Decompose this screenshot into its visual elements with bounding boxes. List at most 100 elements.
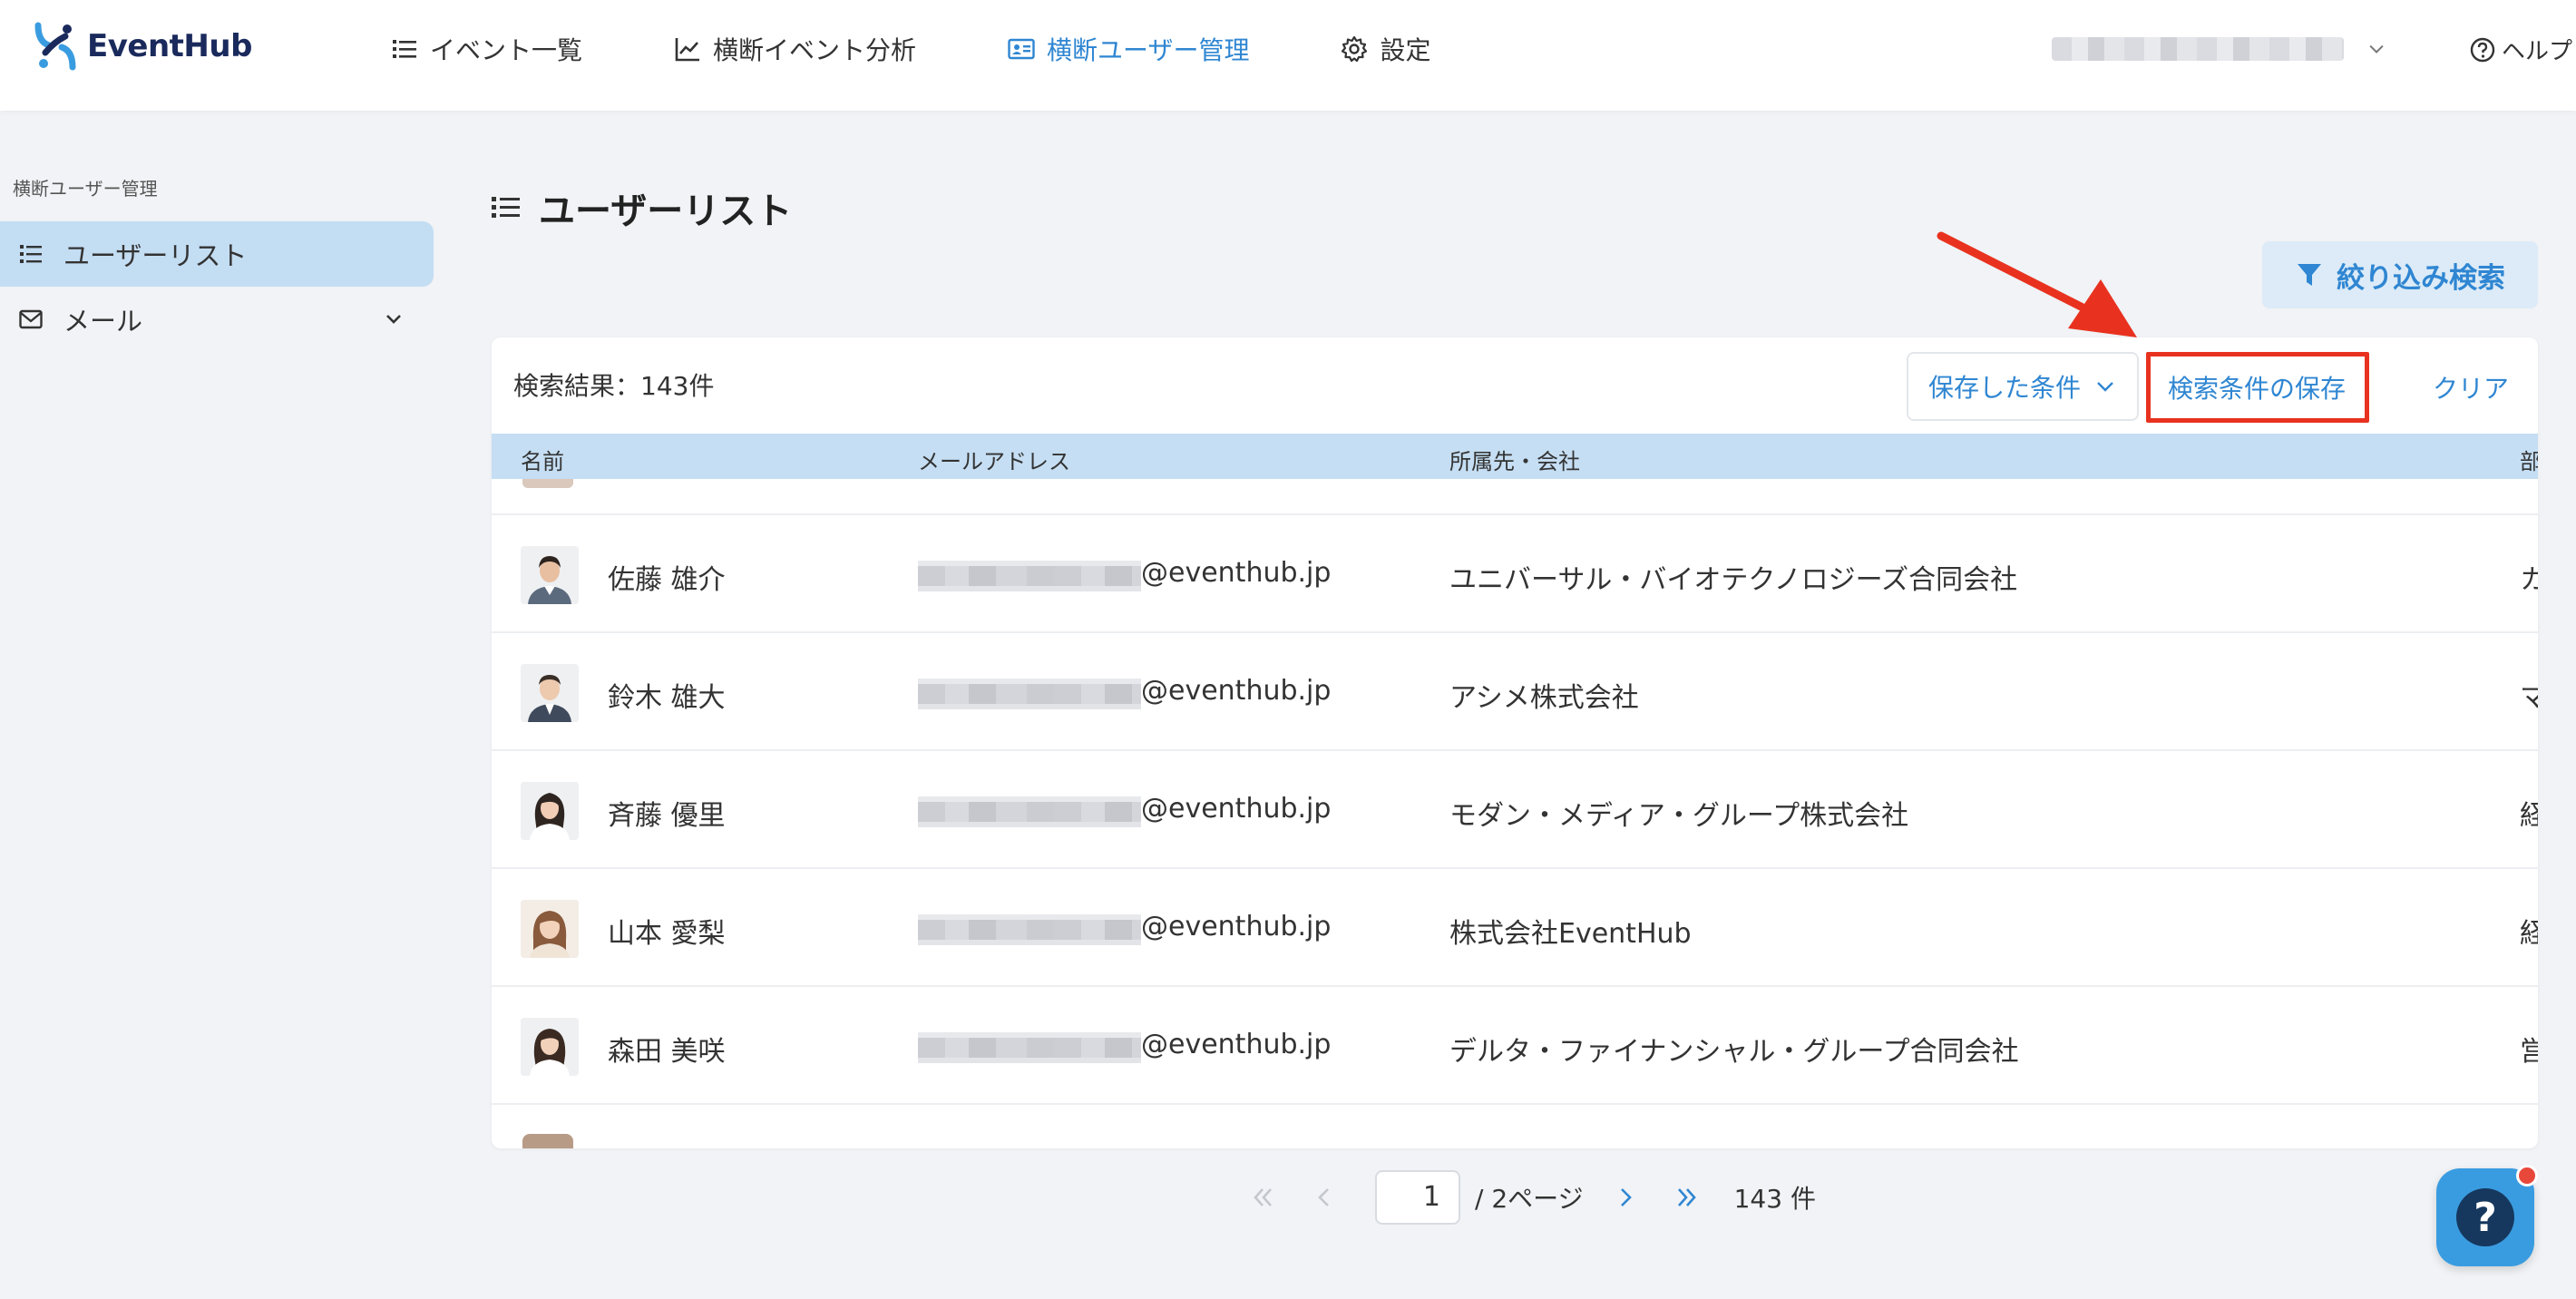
user-department: 経: [2520, 918, 2538, 950]
chevron-down-icon[interactable]: [383, 308, 405, 330]
chart-line-icon: [675, 38, 700, 62]
user-photo-female-icon: [521, 1018, 579, 1076]
email-redacted: [918, 796, 1141, 827]
saved-conditions-dropdown[interactable]: 保存した条件: [1907, 352, 2139, 421]
avatar: [521, 900, 579, 958]
list-icon: [393, 40, 416, 58]
first-page-icon[interactable]: [1248, 1183, 1277, 1212]
email-redacted: [918, 914, 1141, 945]
support-chat-button[interactable]: ?: [2436, 1165, 2538, 1266]
annotation-highlight-box: [2146, 352, 2369, 423]
sidebar-item-label: ユーザーリスト: [63, 240, 248, 271]
sidebar-item-label: メール: [63, 306, 143, 337]
nav-item-label: 横断ユーザー管理: [1047, 35, 1250, 65]
email-redacted: [918, 1032, 1141, 1063]
list-icon: [20, 245, 42, 263]
total-count: 143 件: [1733, 1184, 1816, 1214]
user-company: アシメ株式会社: [1449, 682, 1639, 714]
table-row-partial: [492, 479, 2538, 515]
user-department: マ: [2520, 682, 2538, 714]
last-page-icon[interactable]: [1673, 1183, 1702, 1212]
avatar: [522, 1134, 573, 1148]
sidebar-heading: 横断ユーザー管理: [13, 178, 158, 200]
annotation-arrow: [1937, 231, 2137, 337]
main-nav: イベント一覧 横断イベント分析 横断ユーザー管理 設定: [390, 27, 1522, 71]
user-name: 山本 愛梨: [608, 918, 726, 950]
user-email-domain: @eventhub.jp: [1141, 1029, 1332, 1060]
user-name: 森田 美咲: [608, 1036, 726, 1068]
user-department: 経: [2520, 800, 2538, 832]
user-photo-female-icon: [521, 782, 579, 840]
table-row[interactable]: 斉藤 優里 @eventhub.jp モダン・メディア・グループ株式会社 経: [492, 751, 2538, 869]
help-link[interactable]: ヘルプ: [2469, 33, 2572, 66]
user-name: 鈴木 雄大: [608, 682, 726, 714]
user-company: デルタ・ファイナンシャル・グループ合同会社: [1449, 1036, 2019, 1068]
page-number-input[interactable]: 1: [1375, 1170, 1460, 1225]
table-header: 名前 メールアドレス 所属先・会社 部: [492, 434, 2538, 479]
user-company: 株式会社EventHub: [1449, 918, 1692, 950]
email-redacted: [918, 679, 1141, 709]
nav-item-events[interactable]: イベント一覧: [390, 31, 582, 67]
table-row[interactable]: 鈴木 雄大 @eventhub.jp アシメ株式会社 マ: [492, 633, 2538, 751]
chevron-down-icon: [2097, 382, 2113, 392]
column-header-department[interactable]: 部: [2520, 444, 2538, 475]
user-name: 佐藤 雄介: [608, 564, 726, 596]
table-body: 佐藤 雄介 @eventhub.jp ユニバーサル・バイオテクノロジーズ合同会社…: [492, 479, 2538, 1148]
saved-conditions-label: 保存した条件: [1927, 373, 2081, 403]
user-photo-male-icon: [521, 664, 579, 722]
avatar: [521, 782, 579, 840]
list-icon: [492, 197, 520, 218]
column-header-email[interactable]: メールアドレス: [918, 444, 1070, 475]
user-company: モダン・メディア・グループ株式会社: [1449, 800, 1909, 832]
user-photo-male-icon: [521, 546, 579, 604]
notification-dot: [2516, 1165, 2538, 1187]
avatar: [521, 664, 579, 722]
user-email-domain: @eventhub.jp: [1141, 557, 1332, 589]
nav-item-user-management[interactable]: 横断ユーザー管理: [1007, 31, 1249, 67]
user-department: 営: [2520, 1036, 2538, 1068]
avatar: [521, 546, 579, 604]
sidebar-item-user-list[interactable]: ユーザーリスト: [0, 221, 434, 287]
user-name: 斉藤 優里: [608, 800, 726, 832]
filter-icon: [2298, 264, 2321, 286]
page-title-text: ユーザーリスト: [539, 190, 793, 232]
user-email-domain: @eventhub.jp: [1141, 911, 1332, 943]
user-photo-female-icon: [521, 900, 579, 958]
table-row[interactable]: 森田 美咲 @eventhub.jp デルタ・ファイナンシャル・グループ合同会社…: [492, 987, 2538, 1105]
question-circle-icon: [2470, 37, 2495, 62]
brand-name: EventHub: [87, 28, 252, 64]
email-redacted: [918, 561, 1141, 591]
table-row[interactable]: 山本 愛梨 @eventhub.jp 株式会社EventHub 経: [492, 869, 2538, 987]
user-department: カ: [2520, 564, 2538, 596]
nav-item-settings[interactable]: 設定: [1340, 31, 1431, 67]
id-card-icon: [1008, 38, 1035, 60]
nav-item-label: 横断イベント分析: [713, 35, 917, 65]
avatar: [521, 1018, 579, 1076]
column-header-name[interactable]: 名前: [521, 444, 564, 475]
chevron-down-icon: [2369, 44, 2384, 54]
table-row[interactable]: 佐藤 雄介 @eventhub.jp ユニバーサル・バイオテクノロジーズ合同会社…: [492, 515, 2538, 633]
nav-item-analytics[interactable]: 横断イベント分析: [673, 31, 916, 67]
page-total: / 2ページ: [1475, 1184, 1584, 1214]
next-page-icon[interactable]: [1611, 1183, 1640, 1212]
help-label: ヘルプ: [2502, 38, 2573, 65]
brand-logo[interactable]: EventHub: [33, 22, 252, 71]
filter-search-label: 絞り込み検索: [2337, 261, 2505, 295]
user-company: ユニバーサル・バイオテクノロジーズ合同会社: [1449, 564, 2018, 596]
account-menu[interactable]: [2052, 34, 2387, 63]
column-header-company[interactable]: 所属先・会社: [1449, 444, 1580, 475]
pagination: 1 / 2ページ 143 件: [1248, 1170, 1816, 1225]
gear-icon: [1342, 35, 1368, 63]
avatar: [522, 479, 573, 488]
eventhub-logo-icon: [34, 22, 76, 71]
mail-icon: [19, 309, 43, 329]
nav-item-label: 設定: [1380, 35, 1431, 65]
user-list-card: 検索結果：143件 保存した条件 検索条件の保存 クリア 名前 メールアドレス …: [492, 337, 2538, 1148]
filter-search-button[interactable]: 絞り込み検索: [2262, 241, 2538, 308]
prev-page-icon[interactable]: [1310, 1183, 1339, 1212]
clear-button[interactable]: クリア: [2405, 356, 2536, 419]
sidebar-item-mail[interactable]: メール: [0, 287, 434, 352]
user-email-domain: @eventhub.jp: [1141, 793, 1332, 825]
top-header: EventHub イベント一覧 横断イベント分析 横断ユーザー管理 設定 ヘルプ: [0, 0, 2576, 111]
nav-item-label: イベント一覧: [430, 35, 583, 65]
